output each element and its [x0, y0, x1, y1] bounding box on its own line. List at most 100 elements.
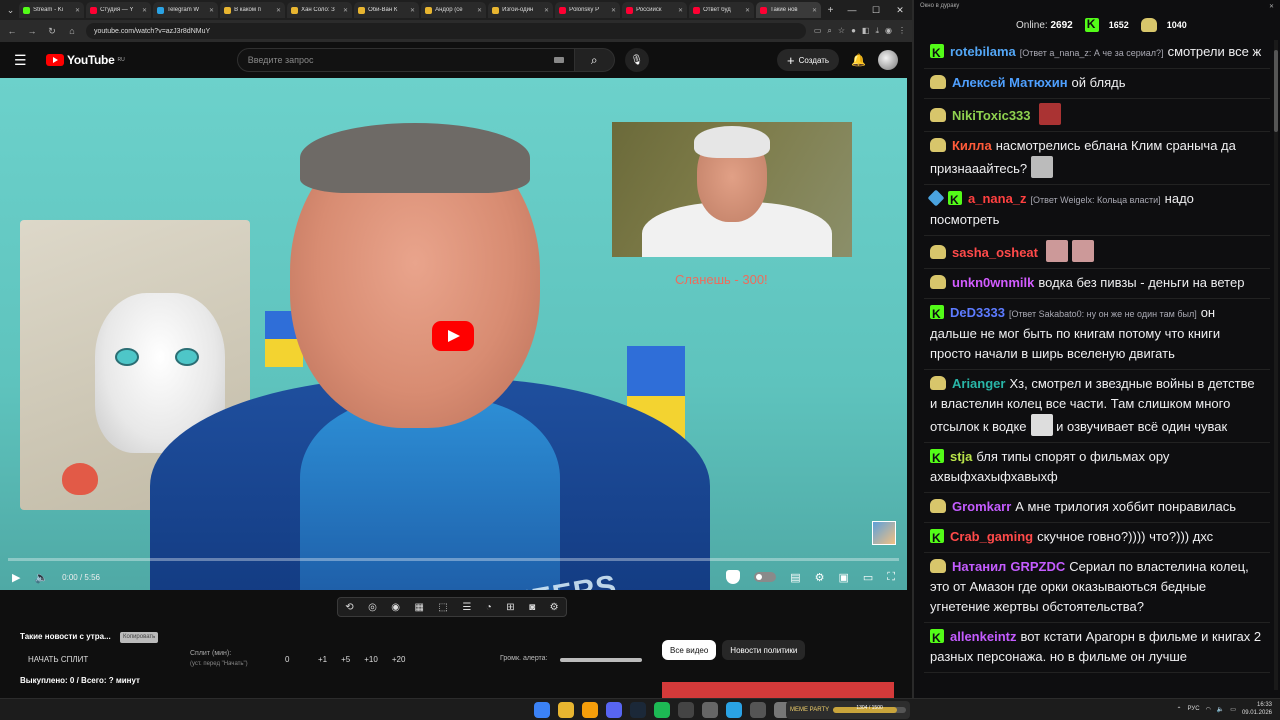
download-icon[interactable]: ⤓: [875, 26, 879, 36]
split-plus-5[interactable]: +5: [341, 655, 350, 664]
chrome-icon[interactable]: [558, 702, 574, 718]
tab-close-icon[interactable]: ✕: [745, 7, 750, 14]
list-icon[interactable]: ☰: [462, 602, 471, 613]
chat-reply-context[interactable]: [Ответ Weigelx: Кольца власти]: [1031, 195, 1161, 205]
chat-username-secondary[interactable]: GRPZDC: [1010, 559, 1065, 574]
start-split-button[interactable]: НАЧАТЬ СПЛИТ: [28, 655, 88, 664]
chat-username[interactable]: allenkeintz: [950, 629, 1016, 644]
tab-close-icon[interactable]: ✕: [812, 7, 817, 14]
recommended-thumbnail[interactable]: [662, 682, 894, 698]
menu-dots-icon[interactable]: ⋮: [898, 26, 906, 36]
telegram-icon[interactable]: [726, 702, 742, 718]
play-icon[interactable]: ▶: [12, 571, 20, 584]
browser-tab[interactable]: Андор (се ✕: [421, 2, 487, 18]
tray-chevron-icon[interactable]: ⌃: [1177, 706, 1182, 713]
notifications-bell-icon[interactable]: 🔔: [851, 53, 866, 67]
chat-message[interactable]: sasha_osheat: [924, 236, 1270, 269]
bookmark-star-icon[interactable]: ☆: [838, 26, 845, 36]
chat-username[interactable]: Gromkarr: [952, 499, 1011, 514]
split-plus-20[interactable]: +20: [392, 655, 406, 664]
language-indicator[interactable]: РУС: [1188, 706, 1200, 712]
zoom-icon[interactable]: ⌕: [827, 26, 831, 36]
back-icon[interactable]: ←: [6, 26, 18, 36]
film-icon[interactable]: ▦: [415, 602, 424, 613]
browser-tab[interactable]: Polonsky P ✕: [555, 2, 621, 18]
tab-close-icon[interactable]: ✕: [209, 7, 214, 14]
chat-username[interactable]: Натанил: [952, 559, 1006, 574]
chat-username[interactable]: Алексей Матюхин: [952, 75, 1068, 90]
chat-message[interactable]: Gromkarr А мне трилогия хоббит понравилас…: [924, 493, 1270, 523]
chat-message[interactable]: NikiToxic333: [924, 99, 1270, 132]
chat-message[interactable]: allenkeintzвот кстати Арагорн в фильме и…: [924, 623, 1270, 673]
video-player[interactable]: PIONEERS Сланешь - 300! ▶ 🔈 0:00 / 5:56 …: [0, 78, 907, 590]
autoplay-toggle[interactable]: [754, 572, 777, 582]
channel-watermark[interactable]: [872, 521, 896, 545]
chat-reply-context[interactable]: [Ответ Sakabato0: ну он же не один там б…: [1009, 309, 1197, 319]
account-avatar[interactable]: [878, 50, 898, 70]
tab-close-icon[interactable]: ✕: [343, 7, 348, 14]
camera-icon[interactable]: ◙: [529, 602, 535, 613]
gear-icon[interactable]: ⚙: [550, 602, 559, 613]
chat-message[interactable]: Алексей Матюхин ой блядь: [924, 69, 1270, 99]
tab-close-icon[interactable]: ✕: [611, 7, 616, 14]
split-plus-1[interactable]: +1: [318, 655, 327, 664]
browser-tab[interactable]: В каком п ✕: [220, 2, 286, 18]
tab-close-icon[interactable]: ✕: [410, 7, 415, 14]
battery-icon[interactable]: ▭: [1230, 706, 1236, 713]
url-field[interactable]: youtube.com/watch?v=azJ3r8dNMuY: [86, 23, 806, 39]
chat-username[interactable]: Crab_gaming: [950, 529, 1033, 544]
tab-close-icon[interactable]: ✕: [678, 7, 683, 14]
browser-tab[interactable]: Изгой-один ✕: [488, 2, 554, 18]
settings-gear-icon[interactable]: ⚙: [815, 571, 825, 584]
speaker-icon[interactable]: 🔈: [1217, 706, 1224, 713]
browser-tab[interactable]: Ответ буд ✕: [689, 2, 755, 18]
tab-close-icon[interactable]: ✕: [276, 7, 281, 14]
progress-bar[interactable]: [8, 558, 899, 561]
chat-message[interactable]: a_nana_z[Ответ Weigelx: Кольца власти]на…: [924, 185, 1270, 236]
search-button[interactable]: ⌕: [574, 48, 615, 72]
app-icon[interactable]: [702, 702, 718, 718]
chat-username[interactable]: Килла: [952, 138, 992, 153]
speed-icon[interactable]: ◔: [486, 602, 492, 613]
browser-tab[interactable]: Хан Соло: З ✕: [287, 2, 353, 18]
tab-search-icon[interactable]: ⌄: [4, 3, 17, 17]
maximize-icon[interactable]: ☐: [864, 5, 888, 16]
cast-icon[interactable]: ▭: [814, 26, 822, 36]
fullscreen-icon[interactable]: ⛶: [887, 571, 895, 584]
meme-party-widget[interactable]: MEME PARTY 1304 / 1500: [786, 701, 910, 719]
extension-icon[interactable]: ●: [851, 26, 856, 36]
browser-tab[interactable]: Такие нов ✕: [756, 2, 822, 18]
volume-icon[interactable]: 🔈: [34, 571, 48, 584]
chat-message[interactable]: stjaбля типы спорят о фильмах ору ахвыфх…: [924, 443, 1270, 493]
chat-messages[interactable]: rotebilama [Ответ a_nana_z: А че за сериа…: [924, 38, 1270, 698]
puzzle-icon[interactable]: ◧: [862, 26, 870, 36]
chat-scroll-thumb[interactable]: [1274, 50, 1278, 132]
chat-username[interactable]: rotebilama: [950, 44, 1016, 59]
chat-message[interactable]: Crab_gaming скучное говно?)))) что?))) дх…: [924, 523, 1270, 553]
subtitles-icon[interactable]: ▤: [790, 571, 800, 584]
big-play-button[interactable]: [432, 321, 474, 351]
loop-icon[interactable]: ⟲: [345, 602, 353, 613]
spotify-icon[interactable]: [654, 702, 670, 718]
profile-icon[interactable]: ◉: [885, 26, 892, 36]
chat-username[interactable]: Arianger: [952, 376, 1005, 391]
forward-icon[interactable]: →: [26, 26, 38, 36]
search-input[interactable]: Введите запрос: [236, 48, 575, 72]
add-icon[interactable]: ⊞: [506, 602, 514, 613]
new-tab-icon[interactable]: +: [823, 5, 838, 16]
chat-message[interactable]: Натанил GRPZDC Сериал по властелина колец,…: [924, 553, 1270, 623]
chip-all-videos[interactable]: Все видео: [662, 640, 717, 660]
files-icon[interactable]: [582, 702, 598, 718]
voice-search-button[interactable]: 🎙: [624, 48, 649, 72]
chat-reply-context[interactable]: [Ответ a_nana_z: А че за сериал?]: [1020, 48, 1164, 58]
browser-tab[interactable]: Оби-Ван К ✕: [354, 2, 420, 18]
shield-icon[interactable]: [726, 570, 741, 584]
steam-icon[interactable]: [630, 702, 646, 718]
discord-icon[interactable]: [606, 702, 622, 718]
keyboard-icon[interactable]: [553, 57, 564, 63]
tab-close-icon[interactable]: ✕: [544, 7, 549, 14]
chat-close-icon[interactable]: ✕: [1269, 3, 1274, 11]
chat-message[interactable]: rotebilama [Ответ a_nana_z: А че за сериа…: [924, 38, 1270, 69]
youtube-logo[interactable]: YouTube RU: [46, 53, 125, 67]
chat-username[interactable]: stja: [950, 449, 972, 464]
